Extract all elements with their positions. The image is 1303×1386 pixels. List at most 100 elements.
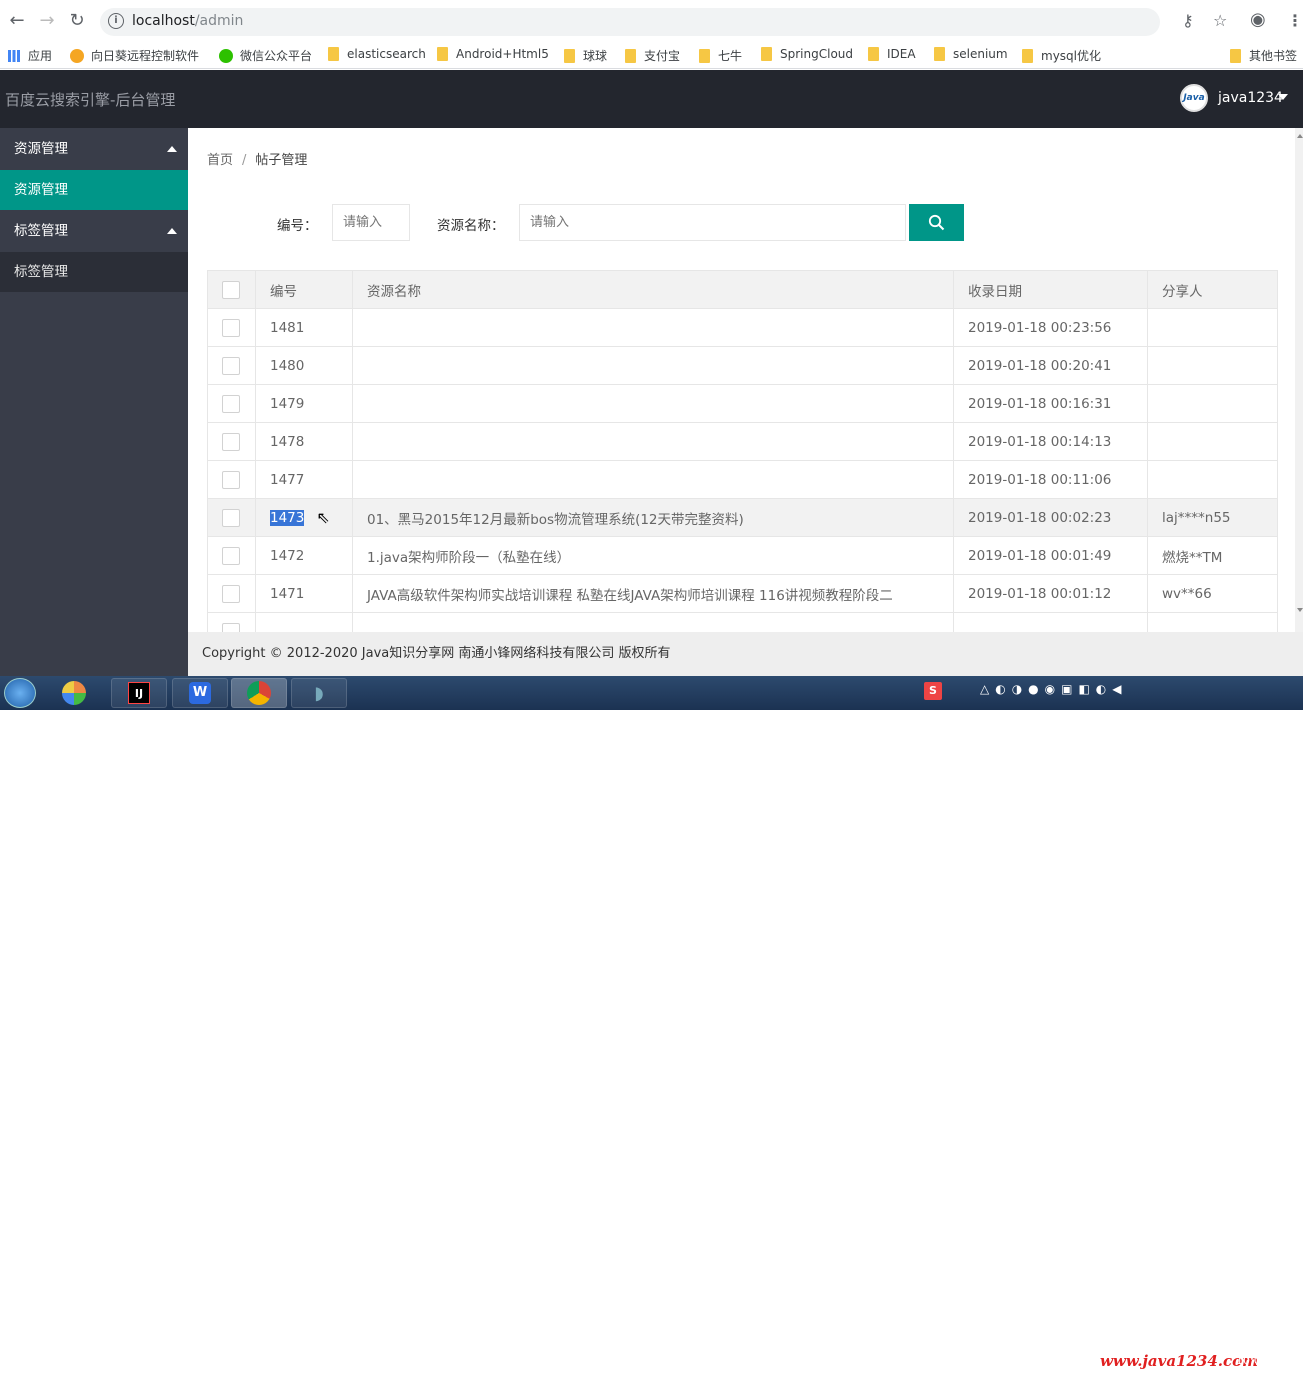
sidebar-item-resources[interactable]: 资源管理 [0,170,188,210]
column-header[interactable]: 收录日期 [953,270,1148,309]
sidebar-group-tags[interactable]: 标签管理 [0,210,188,252]
row-checkbox[interactable] [222,356,240,375]
taskbar: IJ W ◗ S △◐◑●◉▣◧◐◀ www.java1234.com 10:0… [0,676,1303,1385]
caret-down-icon[interactable] [1278,94,1288,100]
folder-icon [699,48,710,63]
back-arrow-icon[interactable]: ← [6,10,28,32]
name-label: 资源名称： [437,218,505,234]
clock-time[interactable]: 10:07 [1236,1354,1268,1367]
name-cell [352,384,954,423]
date-cell: 2019-01-18 00:14:13 [953,422,1148,461]
row-checkbox[interactable] [222,622,240,632]
app-title: 百度云搜索引擎-后台管理 [5,91,176,109]
sidebar-group-resources[interactable]: 资源管理 [0,128,188,170]
data-table: 编号 资源名称 收录日期 分享人 1481 2019-01-18 00:23:5… [207,270,1278,632]
mouse-cursor-icon: ⇖ [316,508,330,527]
row-checkbox[interactable] [222,546,240,565]
profile-icon[interactable]: ◉ [1250,9,1266,30]
chrome-icon[interactable] [231,678,287,708]
row-checkbox[interactable] [222,584,240,603]
row-checkbox[interactable] [222,318,240,337]
row-checkbox[interactable] [222,432,240,451]
menu-icon[interactable]: ⋮ [1287,11,1303,30]
sidebar-item-tags[interactable]: 标签管理 [0,252,188,292]
table-row[interactable]: 1477 2019-01-18 00:11:06 [207,460,1278,499]
row-select-cell [207,460,256,499]
main-content: 首页 / 帖子管理 编号： 资源名称： 编号 资源名称 收录日期 分享人 1481 … [188,128,1295,632]
date-cell: 2019-01-18 00:23:56 [953,308,1148,347]
name-input[interactable] [519,204,906,241]
mysql-dolphin-icon[interactable]: ◗ [291,678,347,708]
search-icon [928,214,945,231]
bookmark-item[interactable]: 微信公众平台 [219,47,312,64]
table-row[interactable]: 1473 ⇖ 01、黑马2015年12月最新bos物流管理系统(12天带完整资料)… [207,498,1278,537]
row-select-cell [207,612,256,632]
footer: Copyright © 2012-2020 Java知识分享网 南通小锋网络科技… [188,632,1303,676]
id-cell: 1478 [255,422,353,461]
sharer-cell [1147,460,1278,499]
clock-date[interactable]: 2019/1/27 星期日 [1196,1370,1289,1386]
bookmark-item[interactable]: elasticsearch [328,47,426,61]
address-bar[interactable]: i localhost/admin [100,8,1160,36]
table-header-row: 编号 资源名称 收录日期 分享人 [207,270,1278,309]
bookmark-item[interactable]: mysql优化 [1022,47,1101,64]
bookmark-item[interactable]: selenium [934,47,1008,61]
wps-icon[interactable]: W [172,678,228,708]
bookmark-item[interactable]: 球球 [564,47,607,64]
bookmark-item[interactable]: 支付宝 [625,47,680,64]
table-row[interactable]: 1479 2019-01-18 00:16:31 [207,384,1278,423]
table-row[interactable]: 1478 2019-01-18 00:14:13 [207,422,1278,461]
url-text: localhost/admin [132,13,244,29]
bookmark-other[interactable]: 其他书签 [1230,47,1297,64]
reload-icon[interactable]: ↻ [66,10,88,32]
date-cell: 2019-01-18 00:20:41 [953,346,1148,385]
column-header[interactable]: 资源名称 [352,270,954,309]
bookmark-star-icon[interactable]: ☆ [1213,11,1227,30]
table-row[interactable] [207,612,1278,632]
scroll-up-arrow-icon[interactable] [1297,134,1303,138]
column-header[interactable]: 分享人 [1147,270,1278,309]
intellij-idea-icon[interactable]: IJ [111,678,167,708]
table-row[interactable]: 1471 JAVA高级软件架构师实战培训课程 私塾在线JAVA架构师培训课程 1… [207,574,1278,613]
watermark: www.java1234.com [1100,1352,1259,1370]
id-input[interactable] [332,204,410,241]
id-cell: 1479 [255,384,353,423]
forward-arrow-icon[interactable]: → [36,10,58,32]
name-cell: JAVA高级软件架构师实战培训课程 私塾在线JAVA架构师培训课程 116讲视频… [352,574,954,613]
system-tray[interactable]: △◐◑●◉▣◧◐◀ [980,682,1128,696]
search-button[interactable] [909,204,964,241]
site-info-icon[interactable]: i [108,13,124,29]
table-row[interactable]: 1481 2019-01-18 00:23:56 [207,308,1278,347]
breadcrumb-home[interactable]: 首页 [207,153,233,168]
select-all-checkbox[interactable] [222,280,240,299]
row-checkbox[interactable] [222,470,240,489]
bookmark-item[interactable]: Android+Html5 [437,47,549,61]
row-checkbox[interactable] [222,394,240,413]
sogou-input-icon[interactable]: S [924,682,942,700]
table-row[interactable]: 1472 1.java架构师阶段一（私塾在线） 2019-01-18 00:01… [207,536,1278,575]
row-select-cell [207,536,256,575]
row-select-cell [207,346,256,385]
row-checkbox[interactable] [222,508,240,527]
bookmark-item[interactable]: 向日葵远程控制软件 [70,47,199,64]
folder-icon [625,48,636,63]
sharer-cell [1147,308,1278,347]
table-row[interactable]: 1480 2019-01-18 00:20:41 [207,346,1278,385]
scroll-down-arrow-icon[interactable] [1297,608,1303,612]
id-cell: 1473 ⇖ [255,498,353,537]
colorful-app-icon[interactable] [46,678,102,708]
avatar[interactable]: Java [1180,84,1208,112]
bookmark-item[interactable]: IDEA [868,47,916,61]
column-header[interactable]: 编号 [255,270,353,309]
bookmark-item[interactable]: 七牛 [699,47,742,64]
bookmark-apps[interactable]: 应用 [8,47,52,64]
start-button[interactable] [4,678,36,708]
name-cell [352,422,954,461]
bookmarks-bar: 应用 向日葵远程控制软件 微信公众平台 elasticsearch Androi… [0,43,1303,69]
username[interactable]: java1234 [1218,90,1283,106]
breadcrumb-current: 帖子管理 [255,153,308,168]
bookmark-item[interactable]: SpringCloud [761,47,853,61]
key-icon[interactable]: ⚷ [1182,11,1194,30]
vertical-scrollbar[interactable] [1295,128,1303,632]
id-cell: 1471 [255,574,353,613]
